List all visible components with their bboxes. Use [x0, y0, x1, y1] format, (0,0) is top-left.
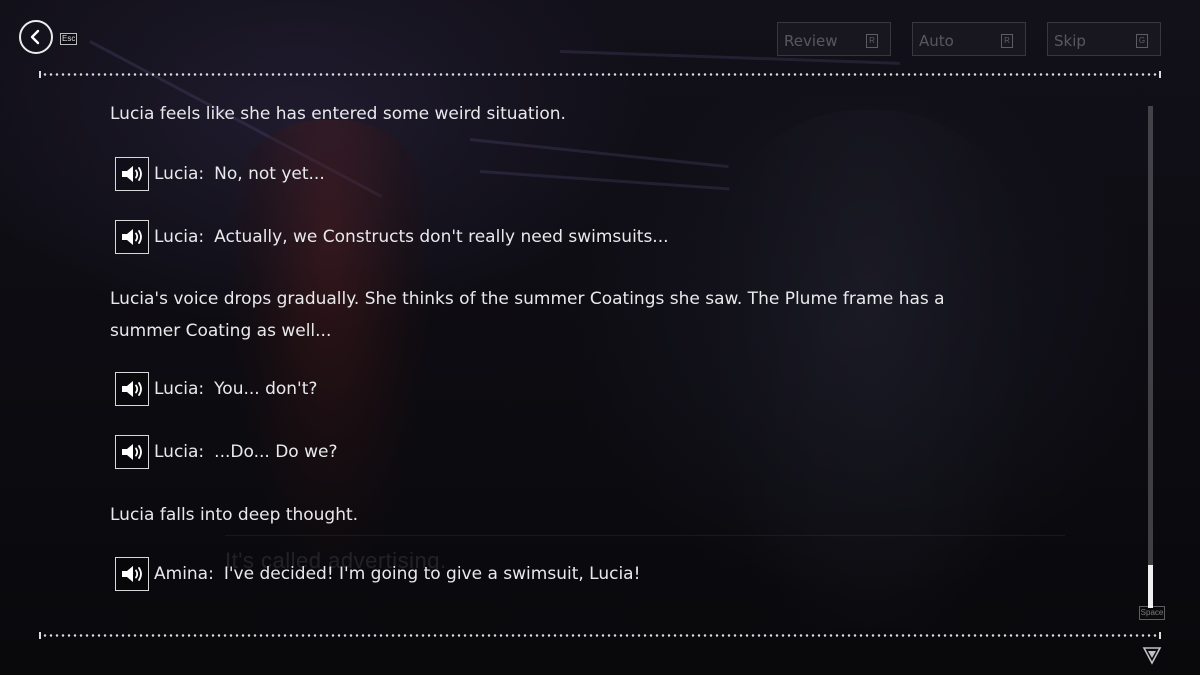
bottom-divider [39, 632, 1161, 639]
speaker-name: Lucia: [154, 442, 205, 462]
voice-replay-button[interactable] [115, 557, 149, 591]
scrollbar-track[interactable] [1148, 106, 1153, 608]
log-dialogue: Amina: I've decided! I'm going to give a… [110, 557, 1110, 591]
skip-button[interactable]: Skip G [1047, 22, 1161, 56]
top-divider [39, 71, 1161, 78]
auto-button[interactable]: Auto R [912, 22, 1026, 56]
speaker-icon [122, 444, 142, 460]
dialogue-text: ...Do... Do we? [214, 442, 338, 462]
speaker-name: Lucia: [154, 227, 205, 247]
log-dialogue: Lucia: ...Do... Do we? [110, 435, 1110, 469]
log-dialogue: Lucia: No, not yet... [110, 157, 1110, 191]
log-dialogue: Lucia: You... don't? [110, 372, 1110, 406]
chevron-left-icon [30, 29, 40, 45]
scrollbar-thumb[interactable] [1148, 565, 1153, 608]
back-button[interactable] [19, 20, 53, 54]
space-key-hint: Space [1139, 606, 1165, 620]
voice-replay-button[interactable] [115, 372, 149, 406]
dialogue-text: I've decided! I'm going to give a swimsu… [223, 564, 641, 584]
voice-replay-button[interactable] [115, 435, 149, 469]
speaker-name: Amina: [154, 564, 214, 584]
speaker-icon [122, 381, 142, 397]
skip-button-label: Skip [1054, 32, 1086, 50]
voice-replay-button[interactable] [115, 220, 149, 254]
dialogue-text: Actually, we Constructs don't really nee… [214, 227, 669, 247]
speaker-icon [122, 166, 142, 182]
log-dialogue: Lucia: Actually, we Constructs don't rea… [110, 220, 1110, 254]
speaker-icon [122, 566, 142, 582]
log-narration: Lucia falls into deep thought. [110, 505, 359, 525]
speaker-icon [122, 229, 142, 245]
auto-button-label: Auto [919, 32, 954, 50]
log-narration: Lucia feels like she has entered some we… [110, 104, 566, 124]
dialogue-text: No, not yet... [214, 164, 325, 184]
review-key-hint: R [866, 34, 878, 48]
game-logo-icon [1142, 647, 1162, 665]
auto-key-hint: R [1001, 34, 1013, 48]
skip-key-hint: G [1136, 34, 1148, 48]
log-narration: Lucia's voice drops gradually. She think… [110, 289, 945, 341]
review-button[interactable]: Review R [777, 22, 891, 56]
dialogue-text: You... don't? [214, 379, 318, 399]
speaker-name: Lucia: [154, 379, 205, 399]
voice-replay-button[interactable] [115, 157, 149, 191]
review-button-label: Review [784, 32, 838, 50]
esc-key-hint: Esc [60, 33, 78, 45]
speaker-name: Lucia: [154, 164, 205, 184]
